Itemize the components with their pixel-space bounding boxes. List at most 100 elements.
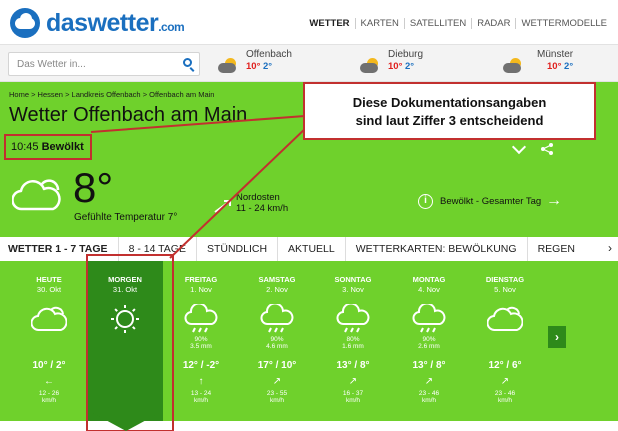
wind-range: 23 - 46 xyxy=(494,390,516,397)
current-time: 10:45 xyxy=(11,141,39,153)
tab-wetterkarten[interactable]: WETTERKARTEN: BEWÖLKUNG xyxy=(346,237,528,261)
day-date: 2. Nov xyxy=(266,285,288,294)
day-date: 1. Nov xyxy=(190,285,212,294)
day-column-montag[interactable]: MONTAG 4. Nov 90% 2.6 mm 13° / 8° ↗ 23 - 46 km/… xyxy=(391,261,467,421)
city-hi: 10° xyxy=(246,61,261,72)
day-column-dienstag[interactable]: DIENSTAG 5. Nov 12° / 6° ↗ 23 - 46 km/h xyxy=(467,261,543,421)
tab-aktuell[interactable]: AKTUELL xyxy=(278,237,346,261)
day-name: SAMSTAG xyxy=(258,275,296,284)
day-temperature: 12° / 6° xyxy=(488,360,522,371)
cloud-sun-icon xyxy=(12,179,61,211)
precipitation-amount: 3.5 mm xyxy=(190,343,212,350)
chevron-right-icon[interactable]: › xyxy=(608,241,612,255)
day-column-freitag[interactable]: FREITAG 1. Nov 90% 3.5 mm 12° / -2° ↑ 13 - 24 k… xyxy=(163,261,239,421)
rain-cloud-icon xyxy=(183,302,219,334)
nav-wettermodelle[interactable]: WETTERMODELLE xyxy=(515,18,612,29)
tab-1-7-tage[interactable]: WETTER 1 - 7 TAGE xyxy=(0,237,119,261)
day-date: 5. Nov xyxy=(494,285,516,294)
arrow-right-icon[interactable]: → xyxy=(546,192,562,210)
precipitation: 80% 1.6 mm xyxy=(315,336,391,350)
wind-arrow-icon: ↗ xyxy=(500,376,510,387)
day-column-heute[interactable]: HEUTE 30. Okt 10° / 2° ← 12 - 26 km/h xyxy=(11,261,87,421)
precipitation-percent: 80% xyxy=(346,336,360,343)
day-summary[interactable]: Bewölkt - Gesamter Tag xyxy=(440,196,541,207)
day-name: HEUTE xyxy=(36,275,62,284)
annotation-callout: Diese Dokumentationsangaben sind laut Zi… xyxy=(303,82,596,140)
city-hi: 10° xyxy=(547,61,562,72)
cloud-sun-icon xyxy=(360,58,382,74)
rain-cloud-icon xyxy=(335,302,371,334)
city-name: Münster xyxy=(537,49,574,60)
city-lo: 2° xyxy=(564,61,574,72)
next-days-button[interactable]: › xyxy=(548,326,566,348)
day-name: DIENSTAG xyxy=(485,275,525,284)
current-temperature: 8° xyxy=(73,164,114,211)
annotation-line-1: Diese Dokumentationsangaben xyxy=(352,95,547,110)
nav-karten[interactable]: KARTEN xyxy=(354,18,404,29)
day-column-samstag[interactable]: SAMSTAG 2. Nov 90% 4.6 mm 17° / 10° ↗ 23 - 55 k… xyxy=(239,261,315,421)
wind-unit: km/h xyxy=(41,397,57,404)
current-condition: Bewölkt xyxy=(41,141,84,153)
wind-range: 23 - 46 xyxy=(418,390,440,397)
wind-speed: 23 - 46 km/h xyxy=(391,390,467,404)
nav-satelliten[interactable]: SATELLITEN xyxy=(403,18,471,29)
search-row: Das Wetter in... Offenbach 10° 2° Diebur… xyxy=(0,44,618,82)
top-bar: daswetter.com WETTER KARTEN SATELLITEN R… xyxy=(0,0,618,44)
sun-icon xyxy=(107,304,143,334)
nav-radar[interactable]: RADAR xyxy=(471,18,515,29)
cloud-sun-icon xyxy=(218,58,240,74)
tab-regen[interactable]: REGEN xyxy=(528,237,578,261)
day-column-sonntag[interactable]: SONNTAG 3. Nov 80% 1.6 mm 13° / 8° ↗ 16 - 37 km… xyxy=(315,261,391,421)
wind-speed: 11 - 24 km/h xyxy=(236,203,289,214)
feels-like: Gefühlte Temperatur 7° xyxy=(74,212,178,223)
wind-range: 23 - 55 xyxy=(266,390,288,397)
chevron-down-icon[interactable] xyxy=(511,139,527,155)
tab-8-14-tage[interactable]: 8 - 14 TAGE xyxy=(119,237,197,261)
precipitation xyxy=(11,336,87,350)
cloud-sun-icon xyxy=(503,58,525,74)
city-muenster[interactable]: Münster 10° 2° xyxy=(503,49,573,79)
city-lo: 2° xyxy=(263,61,273,72)
wind-unit: km/h xyxy=(269,397,285,404)
wind-range: 16 - 37 xyxy=(342,390,364,397)
wind-info: Nordosten 11 - 24 km/h xyxy=(236,192,288,214)
wind-speed: 23 - 46 km/h xyxy=(467,390,543,404)
precipitation-amount: 4.6 mm xyxy=(266,343,288,350)
precipitation-percent: 90% xyxy=(422,336,436,343)
nav-wetter[interactable]: WETTER xyxy=(304,18,354,29)
share-icon[interactable] xyxy=(540,142,554,156)
day-temperature: 17° / 10° xyxy=(257,360,297,371)
precipitation: 90% 2.6 mm xyxy=(391,336,467,350)
precipitation: 90% 4.6 mm xyxy=(239,336,315,350)
wind-range: 12 - 26 xyxy=(38,390,60,397)
day-temperature: 13° / 8° xyxy=(336,360,370,371)
forecast-tabs: WETTER 1 - 7 TAGE 8 - 14 TAGE STÜNDLICH … xyxy=(0,237,618,261)
breadcrumb[interactable]: Home > Hessen > Landkreis Offenbach > Of… xyxy=(9,90,214,99)
wind-direction: Nordosten xyxy=(236,192,280,203)
wind-unit: km/h xyxy=(421,397,437,404)
search-placeholder: Das Wetter in... xyxy=(17,59,86,70)
info-icon[interactable]: i xyxy=(418,194,433,209)
wind-arrow-icon: ↗ xyxy=(348,376,358,387)
city-name: Offenbach xyxy=(246,49,292,60)
wind-range: 13 - 24 xyxy=(190,390,212,397)
city-offenbach[interactable]: Offenbach 10° 2° xyxy=(218,49,292,79)
wind-unit: km/h xyxy=(345,397,361,404)
current-time-condition: 10:45 Bewölkt xyxy=(4,134,92,160)
tab-stuendlich[interactable]: STÜNDLICH xyxy=(197,237,279,261)
rain-cloud-icon xyxy=(411,302,447,334)
wind-arrow-icon xyxy=(214,200,231,213)
search-icon[interactable] xyxy=(183,58,192,67)
logo[interactable]: daswetter.com xyxy=(10,8,185,38)
wind-arrow-icon: ↗ xyxy=(424,376,434,387)
search-input[interactable]: Das Wetter in... xyxy=(8,52,200,76)
rain-cloud-icon xyxy=(259,302,295,334)
wind-speed: 23 - 55 km/h xyxy=(239,390,315,404)
day-date: 30. Okt xyxy=(36,285,62,294)
page-title: Wetter Offenbach am Main xyxy=(9,104,248,126)
precipitation-amount: 1.6 mm xyxy=(342,343,364,350)
precipitation-percent: 90% xyxy=(270,336,284,343)
day-name: SONNTAG xyxy=(334,275,372,284)
wind-speed: 13 - 24 km/h xyxy=(163,390,239,404)
city-dieburg[interactable]: Dieburg 10° 2° xyxy=(360,49,423,79)
